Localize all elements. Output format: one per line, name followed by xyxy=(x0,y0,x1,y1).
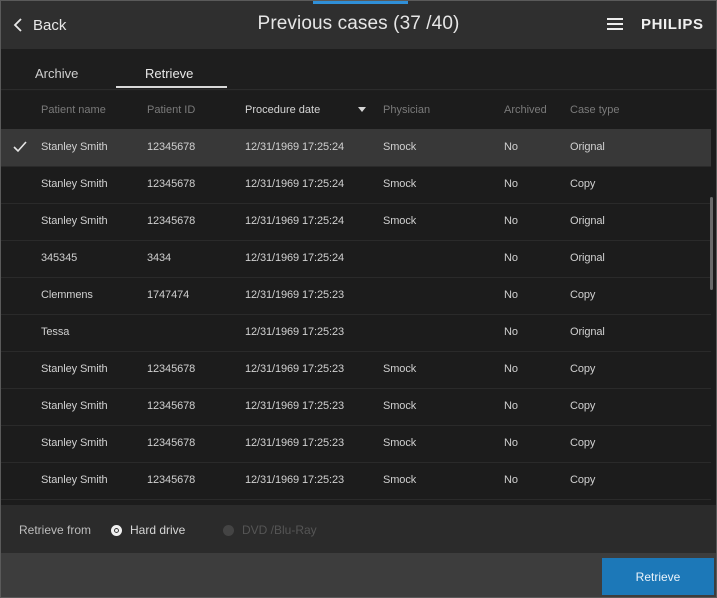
table-row[interactable]: 345345 3434 12/31/1969 17:25:24 No Orign… xyxy=(1,240,711,278)
column-header-case-type[interactable]: Case type xyxy=(570,104,620,116)
header-bar: Back Previous cases (37 /40) PHILIPS xyxy=(1,1,716,49)
dvd-bluray-label: DVD /Blu-Ray xyxy=(242,523,317,537)
cell-patient-name: Tessa xyxy=(41,326,70,338)
tab-bar: Archive Retrieve xyxy=(1,49,716,91)
table-row[interactable]: Stanley Smith 12345678 12/31/1969 17:25:… xyxy=(1,203,711,241)
cell-patient-name: 345345 xyxy=(41,252,78,264)
cell-archived: No xyxy=(504,437,518,449)
cell-archived: No xyxy=(504,400,518,412)
footer-bar: Retrieve xyxy=(1,553,716,597)
cell-procedure-date: 12/31/1969 17:25:23 xyxy=(245,400,345,412)
dvd-bluray-radio: DVD /Blu-Ray xyxy=(223,523,317,537)
table-row[interactable]: Clemmens 1747474 12/31/1969 17:25:23 No … xyxy=(1,277,711,315)
cell-archived: No xyxy=(504,141,518,153)
cell-physician: Smock xyxy=(383,400,417,412)
cell-case-type: Copy xyxy=(570,400,596,412)
table-scrollbar[interactable] xyxy=(710,197,713,290)
cell-archived: No xyxy=(504,326,518,338)
cell-physician: Smock xyxy=(383,141,417,153)
table-row[interactable]: Stanley Smith 12345678 12/31/1969 17:25:… xyxy=(1,388,711,426)
table-row[interactable]: Stanley Smith 12345678 12/31/1969 17:25:… xyxy=(1,129,711,167)
cell-case-type: Copy xyxy=(570,178,596,190)
cell-patient-name: Stanley Smith xyxy=(41,400,108,412)
cell-patient-name: Stanley Smith xyxy=(41,215,108,227)
cell-patient-id: 12345678 xyxy=(147,141,196,153)
cell-case-type: Copy xyxy=(570,363,596,375)
cell-patient-name: Stanley Smith xyxy=(41,474,108,486)
cell-case-type: Orignal xyxy=(570,326,605,338)
retrieve-button[interactable]: Retrieve xyxy=(602,558,714,595)
radio-selected-icon xyxy=(111,524,122,536)
cell-patient-name: Stanley Smith xyxy=(41,178,108,190)
radio-disabled-icon xyxy=(223,524,234,536)
cell-patient-id: 12345678 xyxy=(147,363,196,375)
cell-patient-id: 12345678 xyxy=(147,474,196,486)
cell-procedure-date: 12/31/1969 17:25:24 xyxy=(245,215,345,227)
cell-patient-id: 1747474 xyxy=(147,289,190,301)
cell-physician: Smock xyxy=(383,363,417,375)
cell-archived: No xyxy=(504,363,518,375)
retrieve-from-bar: Retrieve from Hard drive DVD /Blu-Ray xyxy=(1,505,716,553)
cell-archived: No xyxy=(504,252,518,264)
cell-physician: Smock xyxy=(383,215,417,227)
cell-patient-id: 12345678 xyxy=(147,178,196,190)
app-window: Back Previous cases (37 /40) PHILIPS Arc… xyxy=(0,0,717,598)
table-row[interactable]: Tessa 12/31/1969 17:25:23 No Orignal xyxy=(1,314,711,352)
cell-case-type: Orignal xyxy=(570,141,605,153)
tab-retrieve[interactable]: Retrieve xyxy=(145,66,193,81)
cell-procedure-date: 12/31/1969 17:25:23 xyxy=(245,363,345,375)
cell-physician: Smock xyxy=(383,178,417,190)
cell-case-type: Orignal xyxy=(570,215,605,227)
column-header-archived[interactable]: Archived xyxy=(504,104,547,116)
cell-patient-id: 12345678 xyxy=(147,437,196,449)
sort-down-icon[interactable] xyxy=(358,107,366,112)
active-tab-indicator xyxy=(116,86,227,88)
tabs-divider xyxy=(1,89,716,90)
cell-case-type: Copy xyxy=(570,437,596,449)
table-row[interactable]: Stanley Smith 12345678 12/31/1969 17:25:… xyxy=(1,351,711,389)
retrieve-from-label: Retrieve from xyxy=(19,523,92,537)
cell-patient-name: Stanley Smith xyxy=(41,363,108,375)
column-header-procedure-date[interactable]: Procedure date xyxy=(245,104,320,116)
table-header: Patient name Patient ID Procedure date P… xyxy=(1,91,716,129)
cell-case-type: Orignal xyxy=(570,252,605,264)
checkmark-icon xyxy=(13,141,27,153)
cell-physician: Smock xyxy=(383,474,417,486)
cell-physician: Smock xyxy=(383,437,417,449)
cell-patient-id: 12345678 xyxy=(147,400,196,412)
column-header-patient-name[interactable]: Patient name xyxy=(41,104,106,116)
cell-archived: No xyxy=(504,178,518,190)
cell-patient-id: 3434 xyxy=(147,252,172,264)
cell-archived: No xyxy=(504,474,518,486)
hard-drive-label: Hard drive xyxy=(130,523,186,537)
hamburger-menu-icon[interactable] xyxy=(607,18,623,31)
cell-case-type: Copy xyxy=(570,289,596,301)
cell-patient-id: 12345678 xyxy=(147,215,196,227)
cell-procedure-date: 12/31/1969 17:25:23 xyxy=(245,437,345,449)
brand-logo: PHILIPS xyxy=(641,16,704,33)
column-header-patient-id[interactable]: Patient ID xyxy=(147,104,195,116)
column-header-physician[interactable]: Physician xyxy=(383,104,430,116)
table-row[interactable]: Stanley Smith 12345678 12/31/1969 17:25:… xyxy=(1,462,711,500)
cell-patient-name: Stanley Smith xyxy=(41,437,108,449)
table-row[interactable]: Stanley Smith 12345678 12/31/1969 17:25:… xyxy=(1,425,711,463)
tab-archive[interactable]: Archive xyxy=(35,66,78,81)
cell-procedure-date: 12/31/1969 17:25:24 xyxy=(245,178,345,190)
table-row[interactable]: Stanley Smith 12345678 12/31/1969 17:25:… xyxy=(1,166,711,204)
cell-procedure-date: 12/31/1969 17:25:23 xyxy=(245,326,345,338)
cell-procedure-date: 12/31/1969 17:25:23 xyxy=(245,474,345,486)
hard-drive-radio[interactable]: Hard drive xyxy=(111,523,185,537)
cell-archived: No xyxy=(504,215,518,227)
cell-case-type: Copy xyxy=(570,474,596,486)
cell-procedure-date: 12/31/1969 17:25:24 xyxy=(245,252,345,264)
cell-procedure-date: 12/31/1969 17:25:23 xyxy=(245,289,345,301)
cell-patient-name: Stanley Smith xyxy=(41,141,108,153)
top-accent-bar xyxy=(313,1,408,4)
cell-patient-name: Clemmens xyxy=(41,289,93,301)
cell-archived: No xyxy=(504,289,518,301)
cell-procedure-date: 12/31/1969 17:25:24 xyxy=(245,141,345,153)
